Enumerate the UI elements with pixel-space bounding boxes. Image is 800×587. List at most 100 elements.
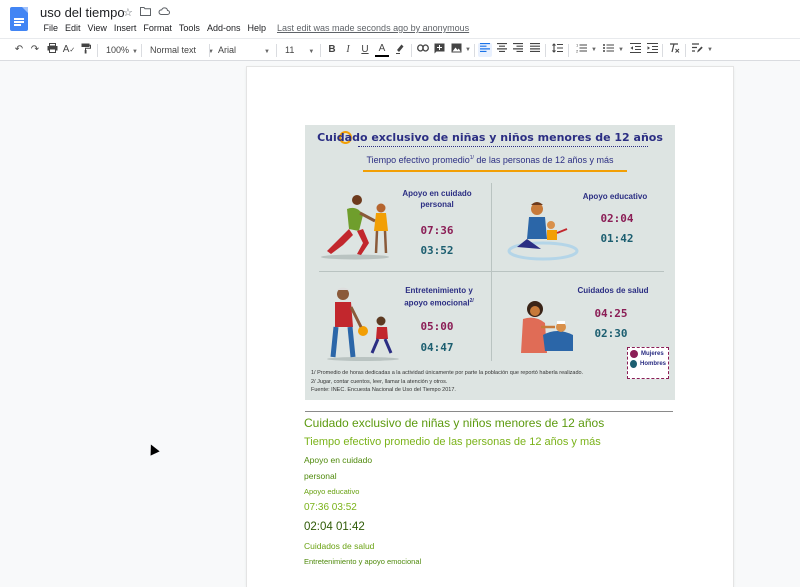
last-edit-link[interactable]: Last edit was made seconds ago by anonym… xyxy=(277,23,469,33)
menu-insert[interactable]: Insert xyxy=(110,22,140,34)
panel-3-label-line-1: Entretenimiento y xyxy=(405,286,473,295)
document-page[interactable]: Cuidado exclusivo de niñas y niños menor… xyxy=(247,67,733,587)
chevron-down-icon: ▼ xyxy=(308,49,315,55)
cloud-status-icon[interactable] xyxy=(158,6,170,19)
note-3: Fuente: INEC. Encuesta Nacional de Uso d… xyxy=(311,387,456,393)
panel-3-footnote: 2/ xyxy=(469,298,474,304)
document-canvas: Cuidado exclusivo de niñas y niños menor… xyxy=(0,61,800,587)
father-child-illustration xyxy=(507,202,579,261)
chevron-down-icon[interactable]: ▼ xyxy=(461,43,475,57)
underline-icon[interactable]: U xyxy=(358,43,372,57)
svg-text:2: 2 xyxy=(576,49,579,54)
legend-hombres: Hombres xyxy=(639,361,666,367)
highlight-icon[interactable] xyxy=(393,43,407,57)
print-icon[interactable] xyxy=(45,43,59,57)
zoom-value: 100% xyxy=(106,45,130,55)
increase-indent-icon[interactable] xyxy=(645,42,659,57)
panel-2-label: Apoyo educativo xyxy=(575,191,655,202)
panel-3-label-line-2: apoyo emocional xyxy=(404,298,470,308)
panel-2-hombres-value: 01:42 xyxy=(600,232,634,245)
align-right-icon[interactable] xyxy=(511,42,525,57)
menu-format[interactable]: Format xyxy=(140,22,176,34)
menu-view[interactable]: View xyxy=(84,22,110,34)
infographic-subtitle: Tiempo efectivo promedio1/ de las person… xyxy=(305,155,675,165)
app-header: uso del tiempo ☆ File Edit View Insert F… xyxy=(0,0,800,38)
doc-subheading[interactable]: Tiempo efectivo promedio de las personas… xyxy=(304,436,601,448)
formatting-toolbar: ↶ ↷ A✓ 100% ▼ Normal text ▼ Arial ▼ 11 ▼ B I… xyxy=(0,38,800,61)
doc-line-times-1[interactable]: 07:36 03:52 xyxy=(304,502,357,513)
align-left-icon[interactable] xyxy=(478,42,492,57)
font-size-select[interactable]: 11 ▼ xyxy=(285,43,314,59)
decrease-indent-icon[interactable] xyxy=(628,42,642,57)
note-1: 1/ Promedio de horas dedicadas a la acti… xyxy=(311,370,584,376)
editing-mode-icon[interactable] xyxy=(690,43,704,57)
panel-4-label: Cuidados de salud xyxy=(571,285,655,296)
font-value: Arial xyxy=(218,45,237,55)
chevron-down-icon[interactable]: ▼ xyxy=(703,43,717,57)
doc-line-personal[interactable]: personal xyxy=(304,471,337,481)
doc-line-times-2[interactable]: 02:04 01:42 xyxy=(304,521,365,533)
doc-line-cuidados-salud[interactable]: Cuidados de salud xyxy=(304,541,374,551)
font-select[interactable]: Arial ▼ xyxy=(218,43,270,59)
infographic-legend: Mujeres Hombres xyxy=(627,347,669,379)
document-title[interactable]: uso del tiempo xyxy=(40,5,125,20)
menu-bar: File Edit View Insert Format Tools Add-o… xyxy=(40,22,269,34)
note-2: 2/ Jugar, contar cuentos, leer, llamar l… xyxy=(311,378,448,385)
panel-3-label: Entretenimiento y apoyo emocional2/ xyxy=(397,285,481,309)
doc-line-apoyo-educativo[interactable]: Apoyo educativo xyxy=(304,487,359,496)
font-size-value: 11 xyxy=(285,45,295,55)
bold-icon[interactable]: B xyxy=(325,43,339,57)
basketball-illustration xyxy=(327,287,399,361)
align-center-icon[interactable] xyxy=(495,42,509,57)
infographic-notes: 1/ Promedio de horas dedicadas a la acti… xyxy=(311,369,583,395)
italic-icon[interactable]: I xyxy=(341,43,355,57)
numbered-list-icon[interactable]: 12 xyxy=(574,43,588,57)
panel-1-label: Apoyo en cuidado personal xyxy=(397,188,477,210)
doc-heading[interactable]: Cuidado exclusivo de niñas y niños menor… xyxy=(304,416,604,430)
zoom-select[interactable]: 100% ▼ xyxy=(106,43,138,59)
move-folder-icon[interactable] xyxy=(139,6,151,19)
menu-addons[interactable]: Add-ons xyxy=(203,22,244,34)
clear-formatting-icon[interactable] xyxy=(667,43,681,57)
bulleted-list-icon[interactable] xyxy=(601,43,615,57)
chevron-down-icon[interactable]: ▼ xyxy=(587,43,601,57)
health-care-illustration xyxy=(521,301,573,353)
star-icon[interactable]: ☆ xyxy=(123,6,133,19)
svg-text:1: 1 xyxy=(576,43,579,48)
doc-line-entretenimiento[interactable]: Entretenimiento y apoyo emocional xyxy=(304,557,421,566)
title-actions: ☆ xyxy=(123,6,170,19)
docs-logo-icon[interactable] xyxy=(10,7,28,31)
chevron-down-icon: ▼ xyxy=(264,49,270,55)
infographic-image[interactable]: Cuidado exclusivo de niñas y niños menor… xyxy=(305,125,675,400)
text-color-icon[interactable]: A xyxy=(375,43,389,57)
menu-help[interactable]: Help xyxy=(244,22,270,34)
panel-1-hombres-value: 03:52 xyxy=(420,244,454,257)
doc-line-apoyo-cuidado[interactable]: Apoyo en cuidado xyxy=(304,455,372,465)
chevron-down-icon[interactable]: ▼ xyxy=(614,43,628,57)
panel-2-label-line-1: Apoyo educativo xyxy=(582,192,648,201)
undo-icon[interactable]: ↶ xyxy=(12,43,26,57)
redo-icon[interactable]: ↷ xyxy=(28,43,42,57)
panel-1-label-line-2: personal xyxy=(420,200,454,209)
panel-4-label-line-1: Cuidados de salud xyxy=(577,286,649,295)
line-spacing-icon[interactable] xyxy=(550,43,564,57)
style-value: Normal text xyxy=(150,45,197,55)
panel-3-mujeres-value: 05:00 xyxy=(420,320,454,333)
chevron-down-icon: ▼ xyxy=(132,49,138,55)
hombres-swatch xyxy=(630,360,637,368)
paint-format-icon[interactable] xyxy=(79,43,93,57)
legend-mujeres: Mujeres xyxy=(641,351,664,357)
panel-4-mujeres-value: 04:25 xyxy=(594,307,628,320)
menu-edit[interactable]: Edit xyxy=(62,22,85,34)
panel-1-label-line-1: Apoyo en cuidado xyxy=(402,189,472,198)
spellcheck-icon[interactable]: A✓ xyxy=(62,43,76,57)
mujeres-swatch xyxy=(630,350,638,358)
menu-file[interactable]: File xyxy=(40,22,62,34)
justify-icon[interactable] xyxy=(528,42,542,57)
subtitle-rest: de las personas de 12 años y más xyxy=(473,155,614,165)
style-select[interactable]: Normal text ▼ xyxy=(150,43,214,59)
comment-icon[interactable] xyxy=(432,43,446,57)
panel-2-mujeres-value: 02:04 xyxy=(600,212,634,225)
link-icon[interactable] xyxy=(416,43,430,57)
menu-tools[interactable]: Tools xyxy=(175,22,203,34)
